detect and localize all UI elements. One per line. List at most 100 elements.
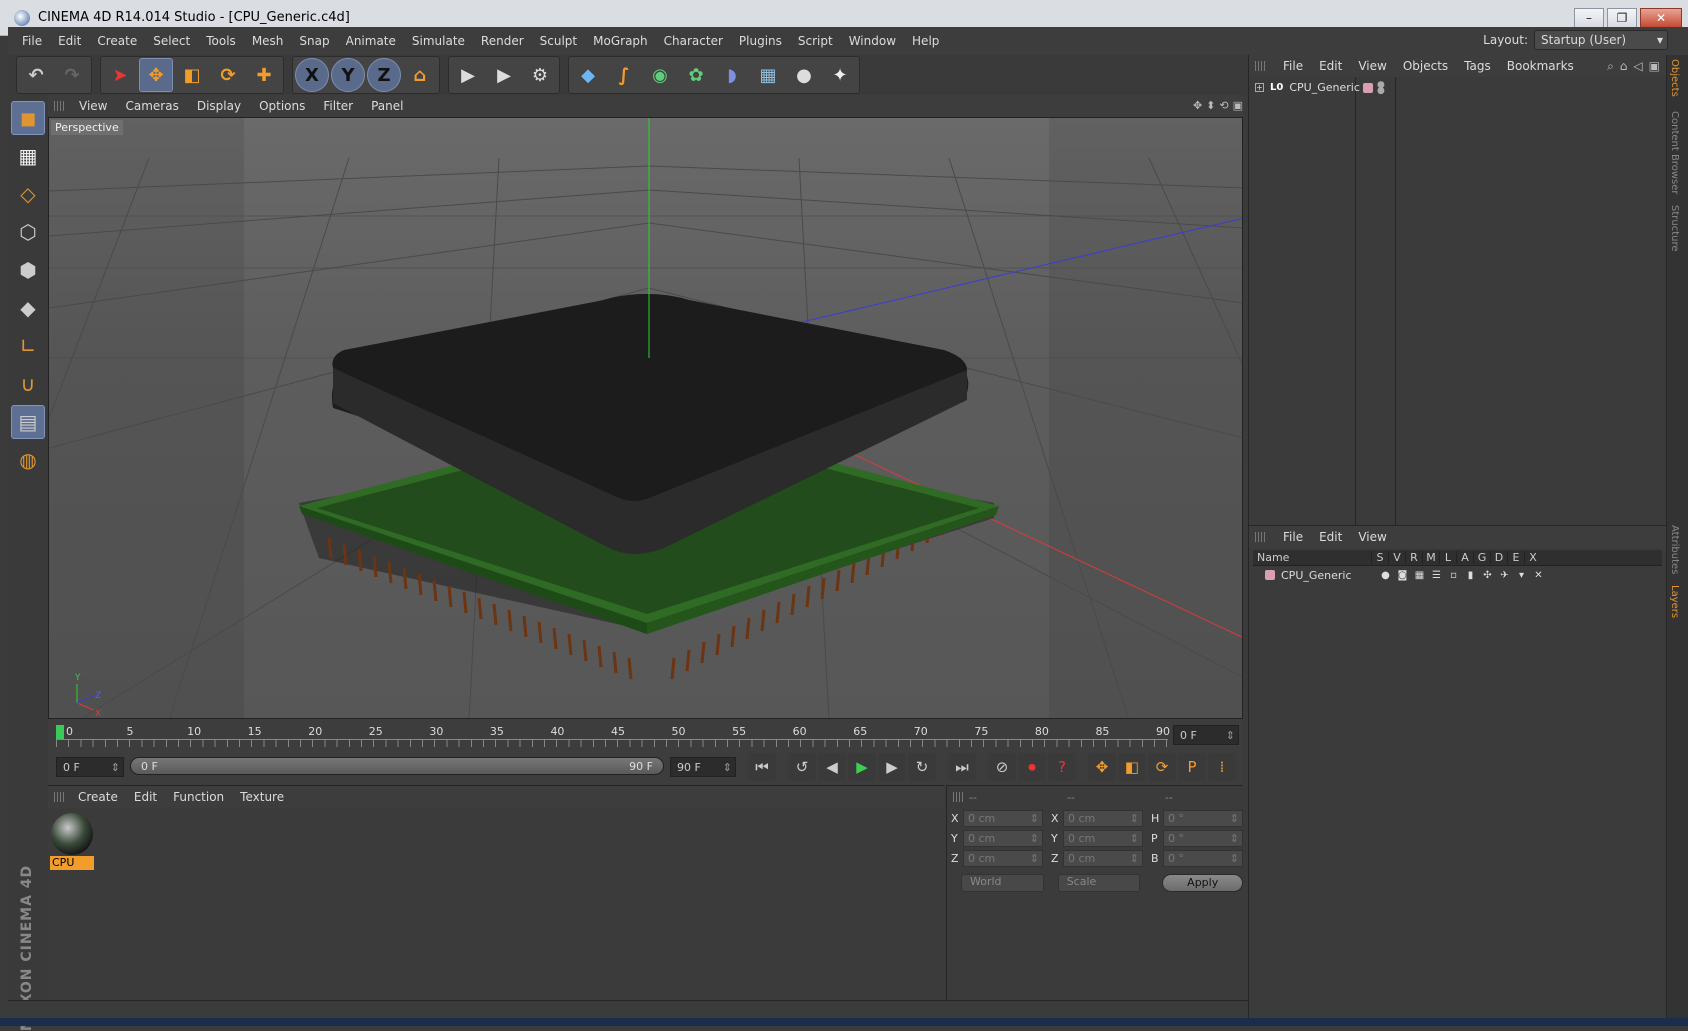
- minimize-button[interactable]: –: [1574, 8, 1604, 28]
- current-frame-field[interactable]: 0 F ⇕: [1173, 725, 1239, 745]
- menu-character[interactable]: Character: [656, 34, 731, 48]
- layer-row-cpu-generic[interactable]: CPU_Generic ● ◙ ▦ ☰ ▫ ▮ ✣ ✈ ▾ ✕: [1249, 566, 1666, 584]
- timeline[interactable]: 0 5 10 15 20 25 30 35 40 45 50 55 60 65 70 75 80 85 90 0 F…: [48, 719, 1243, 751]
- panel-grip-icon[interactable]: [1255, 61, 1265, 71]
- object-menu-view[interactable]: View: [1350, 59, 1394, 73]
- layer-tag-icon[interactable]: [1363, 83, 1373, 93]
- rotation-b-field[interactable]: 0 ° ⇕: [1163, 849, 1243, 867]
- menu-mograph[interactable]: MoGraph: [585, 34, 656, 48]
- object-menu-edit[interactable]: Edit: [1311, 59, 1350, 73]
- layout-dropdown[interactable]: Startup (User) ▾: [1534, 30, 1668, 50]
- panel-grip-icon[interactable]: [54, 792, 64, 802]
- object-row-cpu-generic[interactable]: + L0 CPU_Generic: [1255, 81, 1360, 94]
- menu-window[interactable]: Window: [841, 34, 904, 48]
- menu-simulate[interactable]: Simulate: [404, 34, 473, 48]
- back-icon[interactable]: ◁: [1633, 59, 1642, 74]
- object-menu-objects[interactable]: Objects: [1395, 59, 1456, 73]
- object-menu-tags[interactable]: Tags: [1456, 59, 1499, 73]
- rotation-h-field[interactable]: 0 ° ⇕: [1163, 809, 1243, 827]
- menu-file[interactable]: File: [14, 34, 50, 48]
- scale-tool-icon[interactable]: ◧: [175, 58, 209, 92]
- menu-help[interactable]: Help: [904, 34, 947, 48]
- menu-render[interactable]: Render: [473, 34, 532, 48]
- preview-range-slider[interactable]: 0 F 90 F: [130, 757, 664, 775]
- animate-mode-icon[interactable]: ◍: [11, 443, 45, 477]
- position-y-field[interactable]: 0 cm ⇕: [963, 829, 1043, 847]
- timeline-current-marker[interactable]: [56, 725, 64, 739]
- column-xref[interactable]: X: [1524, 551, 1541, 564]
- panel-grip-icon[interactable]: [953, 792, 963, 802]
- transform-mode-dropdown[interactable]: Scale: [1057, 874, 1141, 892]
- points-mode-icon[interactable]: ⬡: [11, 215, 45, 249]
- play-icon[interactable]: ▶: [848, 753, 876, 781]
- coordinate-system-icon[interactable]: ⌂: [403, 58, 437, 92]
- render-picture-icon[interactable]: ▶: [487, 58, 521, 92]
- layer-menu-view[interactable]: View: [1350, 530, 1394, 544]
- perspective-viewport[interactable]: Y X Z Perspective: [48, 117, 1243, 719]
- expression-icon[interactable]: ▾: [1513, 570, 1530, 581]
- next-frame-icon[interactable]: ▶: [878, 753, 906, 781]
- menu-script[interactable]: Script: [790, 34, 841, 48]
- x-axis-lock-button[interactable]: X: [295, 58, 329, 92]
- spline-icon[interactable]: ∫: [607, 58, 641, 92]
- start-frame-field[interactable]: 0 F ⇕: [56, 757, 124, 777]
- position-x-field[interactable]: 0 cm ⇕: [963, 809, 1043, 827]
- close-button[interactable]: ✕: [1640, 8, 1682, 28]
- go-to-start-icon[interactable]: ⏮: [748, 753, 776, 781]
- viewport-menu-filter[interactable]: Filter: [314, 99, 362, 113]
- column-render[interactable]: R: [1405, 551, 1422, 564]
- coordinate-mode-dropdown[interactable]: World: [961, 874, 1044, 892]
- menu-edit[interactable]: Edit: [50, 34, 89, 48]
- camera-icon[interactable]: ●: [787, 58, 821, 92]
- menu-animate[interactable]: Animate: [338, 34, 404, 48]
- viewport-menu-options[interactable]: Options: [250, 99, 314, 113]
- magnet-icon[interactable]: ∪: [11, 367, 45, 401]
- animation-icon[interactable]: ▮: [1462, 570, 1479, 581]
- rotation-key-icon[interactable]: ⟳: [1148, 753, 1176, 781]
- viewport-menu-display[interactable]: Display: [188, 99, 250, 113]
- manager-icon[interactable]: ☰: [1428, 570, 1445, 581]
- snap-grid-icon[interactable]: ▤: [11, 405, 45, 439]
- viewport-menu-panel[interactable]: Panel: [362, 99, 412, 113]
- lock-icon[interactable]: ▫: [1445, 570, 1462, 581]
- undo-icon[interactable]: ↶: [19, 58, 53, 92]
- scale-key-icon[interactable]: ◧: [1118, 753, 1146, 781]
- column-deformers[interactable]: D: [1490, 551, 1507, 564]
- layer-menu-file[interactable]: File: [1275, 530, 1311, 544]
- maximize-viewport-icon[interactable]: ▣: [1233, 99, 1243, 112]
- render-settings-icon[interactable]: ⚙: [523, 58, 557, 92]
- column-generators[interactable]: G: [1473, 551, 1490, 564]
- layer-menu-edit[interactable]: Edit: [1311, 530, 1350, 544]
- previous-frame-icon[interactable]: ◀: [818, 753, 846, 781]
- material-swatch-cpu[interactable]: CPU: [50, 812, 94, 870]
- menu-tools[interactable]: Tools: [198, 34, 244, 48]
- column-locked[interactable]: L: [1439, 551, 1456, 564]
- timeline-ruler[interactable]: [56, 739, 1168, 747]
- menu-sculpt[interactable]: Sculpt: [532, 34, 585, 48]
- go-to-end-icon[interactable]: ⏭: [948, 753, 976, 781]
- layer-color-swatch[interactable]: [1265, 570, 1275, 580]
- pan-icon[interactable]: ✥: [1193, 99, 1202, 112]
- position-key-icon[interactable]: ✥: [1088, 753, 1116, 781]
- scene-icon[interactable]: ▦: [751, 58, 785, 92]
- menu-select[interactable]: Select: [145, 34, 198, 48]
- tab-layers[interactable]: Layers: [1669, 585, 1680, 618]
- previous-key-icon[interactable]: ↺: [788, 753, 816, 781]
- column-name[interactable]: Name: [1253, 551, 1371, 564]
- tab-objects[interactable]: Objects: [1669, 59, 1680, 97]
- orbit-icon[interactable]: ⟲: [1219, 99, 1228, 112]
- camera-label[interactable]: Perspective: [51, 120, 123, 135]
- light-icon[interactable]: ✦: [823, 58, 857, 92]
- add-tool-icon[interactable]: ✚: [247, 58, 281, 92]
- view-eye-icon[interactable]: ◙: [1394, 570, 1411, 581]
- model-mode-icon[interactable]: ◼: [11, 101, 45, 135]
- tab-structure[interactable]: Structure: [1669, 205, 1680, 252]
- viewport-menu-cameras[interactable]: Cameras: [116, 99, 187, 113]
- array-icon[interactable]: ✿: [679, 58, 713, 92]
- size-x-field[interactable]: 0 cm ⇕: [1063, 809, 1143, 827]
- y-axis-lock-button[interactable]: Y: [331, 58, 365, 92]
- size-y-field[interactable]: 0 cm ⇕: [1063, 829, 1143, 847]
- tab-attributes[interactable]: Attributes: [1669, 525, 1680, 574]
- deformer-icon[interactable]: ◗: [715, 58, 749, 92]
- tab-content-browser[interactable]: Content Browser: [1669, 111, 1680, 194]
